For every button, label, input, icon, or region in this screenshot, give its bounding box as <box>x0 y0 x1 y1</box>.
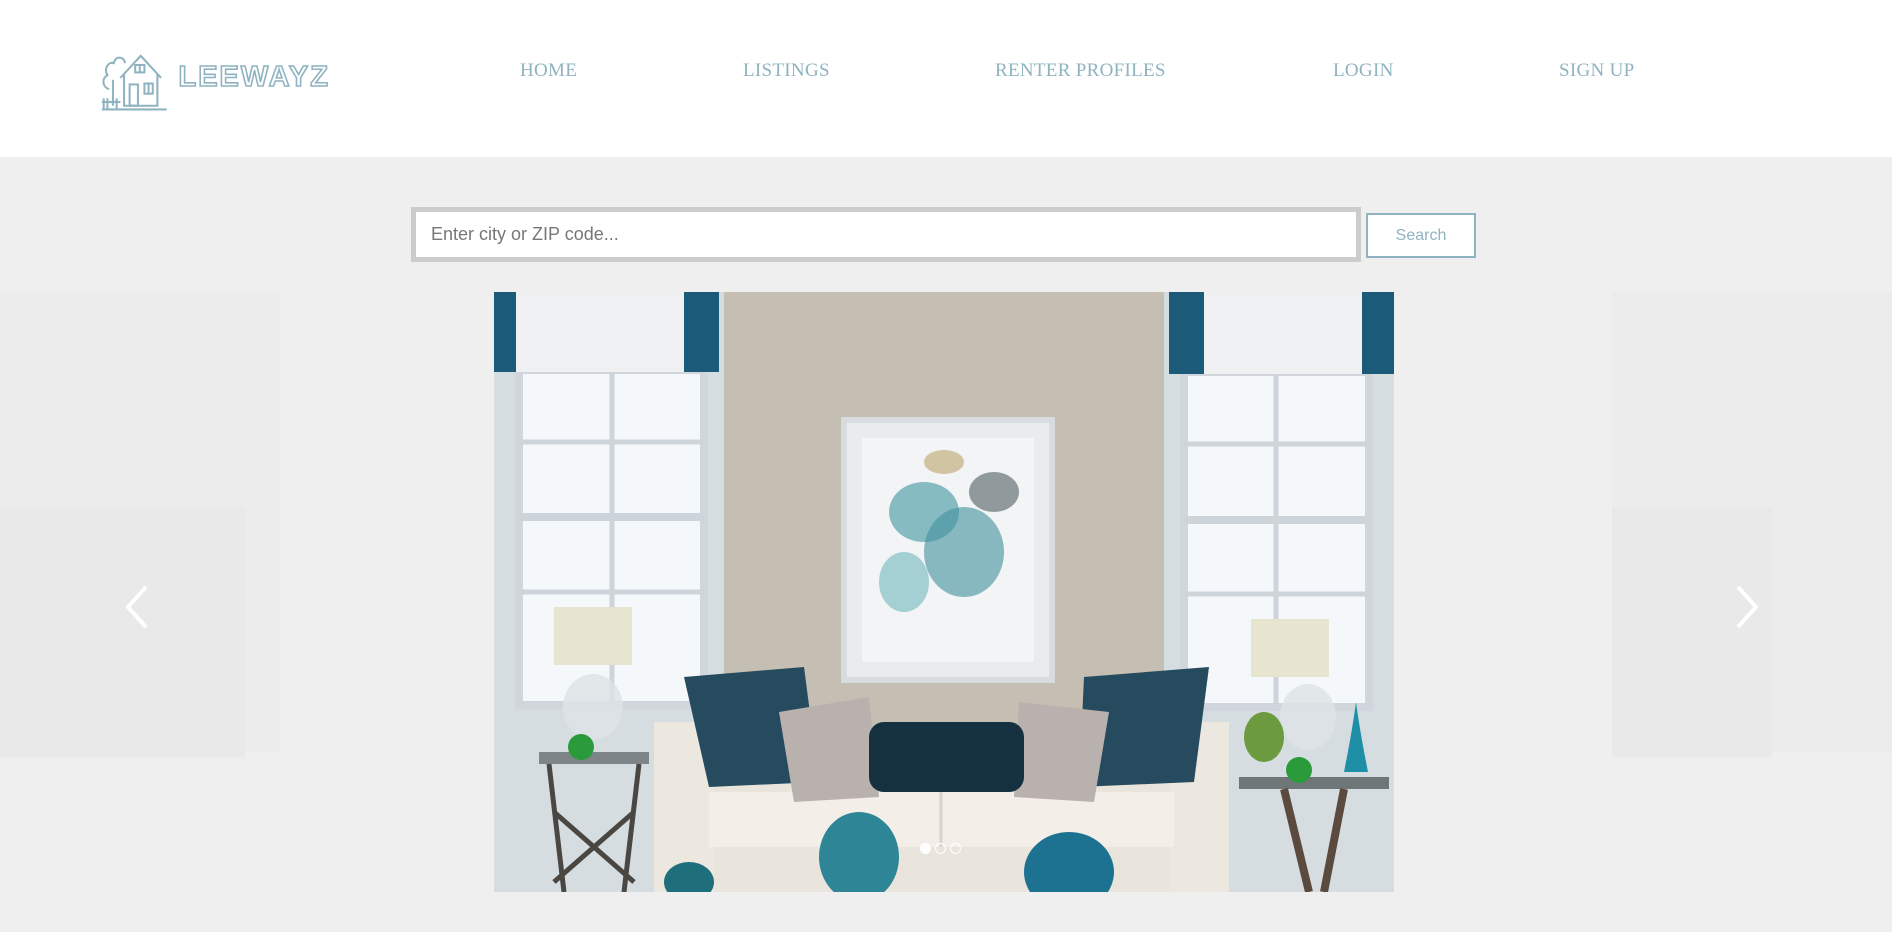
nav-listings[interactable]: LISTINGS <box>743 60 830 82</box>
carousel-indicators <box>920 843 961 854</box>
site-header: LEEWAYZ HOME LISTINGS RENTER PROFILES LO… <box>0 0 1892 157</box>
chevron-left-icon[interactable] <box>116 577 156 637</box>
brand-name: LEEWAYZ <box>178 60 330 94</box>
nav-renter-profiles[interactable]: RENTER PROFILES <box>995 60 1166 82</box>
brand-logo[interactable]: LEEWAYZ <box>100 40 330 115</box>
carousel-dot-3[interactable] <box>950 843 961 854</box>
nav-home[interactable]: HOME <box>520 60 577 82</box>
nav-sign-up[interactable]: SIGN UP <box>1559 60 1634 82</box>
carousel-dot-1[interactable] <box>920 843 931 854</box>
search-input[interactable] <box>411 207 1361 262</box>
page-bottom-strip <box>0 932 1892 947</box>
chevron-right-icon[interactable] <box>1728 577 1768 637</box>
house-tree-icon <box>101 54 167 111</box>
carousel-dot-2[interactable] <box>935 843 946 854</box>
living-room-sofa-image <box>494 292 1394 892</box>
nav-login[interactable]: LOGIN <box>1333 60 1394 82</box>
search-button[interactable]: Search <box>1366 213 1476 258</box>
hero-section: Search <box>0 157 1892 932</box>
